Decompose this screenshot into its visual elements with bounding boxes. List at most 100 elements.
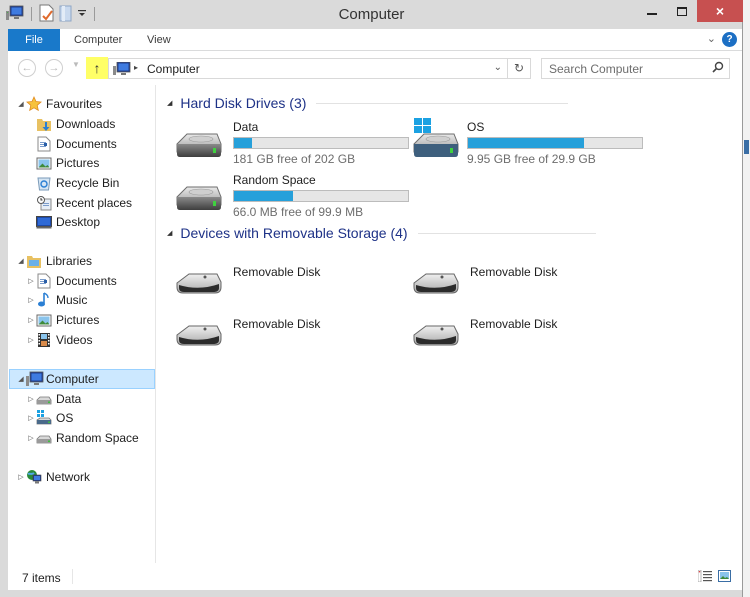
tree-item-drive-data[interactable]: ▷ Data [26, 389, 81, 408]
removable-disk-icon [175, 269, 223, 300]
tab-computer[interactable]: Computer [66, 29, 130, 51]
device-name: Removable Disk [233, 265, 321, 279]
forward-button[interactable]: → [45, 59, 63, 77]
drive-item-os[interactable]: OS 9.95 GB free of 29.9 GB [412, 118, 643, 170]
removable-disk-item[interactable]: Removable Disk [175, 265, 405, 301]
maximize-icon [677, 6, 687, 16]
search-input[interactable] [542, 59, 707, 78]
removable-disk-item[interactable]: Removable Disk [412, 265, 642, 301]
tree-label: Random Space [56, 430, 139, 445]
device-name: Removable Disk [233, 317, 321, 331]
refresh-button[interactable]: ↻ [507, 59, 530, 78]
window-title: Computer [338, 6, 405, 23]
breadcrumb-chevron-icon[interactable]: ▸ [134, 63, 138, 72]
libraries-icon [26, 253, 42, 269]
expand-arrow-icon[interactable]: ▷ [26, 336, 36, 344]
pictures-icon [36, 155, 52, 171]
tree-item-documents[interactable]: Documents [36, 134, 117, 153]
tree-item-lib-pictures[interactable]: ▷ Pictures [26, 310, 99, 329]
tree-label: Pictures [56, 155, 100, 170]
tree-item-lib-videos[interactable]: ▷ Videos [26, 330, 92, 349]
minimize-icon [647, 13, 657, 15]
tree-item-recent-places[interactable]: Recent places [36, 193, 132, 212]
drive-item-data[interactable]: Data 181 GB free of 202 GB [175, 120, 409, 170]
status-bar: 7 items [8, 563, 742, 590]
removable-disk-icon [175, 321, 223, 352]
expand-arrow-icon[interactable]: ▷ [26, 316, 36, 324]
tree-network[interactable]: ▷ Network [16, 467, 90, 486]
group-header-removable-storage[interactable]: ◢ Devices with Removable Storage (4) [167, 225, 596, 241]
removable-disk-item[interactable]: Removable Disk [175, 317, 405, 353]
group-title: Devices with Removable Storage (4) [180, 225, 408, 241]
hard-drive-icon [175, 130, 223, 163]
tree-item-lib-music[interactable]: ▷ Music [26, 290, 87, 309]
close-button[interactable]: × [697, 0, 743, 22]
drive-free-space: 181 GB free of 202 GB [233, 152, 356, 166]
drive-name: Data [233, 120, 259, 134]
network-icon [26, 469, 42, 485]
tree-label: Recent places [56, 195, 133, 210]
tree-label: Computer [46, 372, 99, 386]
collapse-arrow-icon[interactable]: ◢ [16, 257, 26, 265]
tree-item-pictures[interactable]: Pictures [36, 153, 99, 172]
removable-disk-item[interactable]: Removable Disk [412, 317, 642, 353]
recent-locations-dropdown[interactable]: ▼ [72, 60, 80, 69]
tab-file[interactable]: File [8, 29, 60, 51]
expand-arrow-icon[interactable]: ▷ [26, 434, 36, 442]
collapse-arrow-icon[interactable]: ◢ [16, 375, 26, 383]
tree-favourites[interactable]: ◢ Favourites [16, 94, 102, 113]
tree-label: Pictures [56, 312, 100, 327]
group-header-hard-disk-drives[interactable]: ◢ Hard Disk Drives (3) [167, 95, 569, 111]
group-title: Hard Disk Drives (3) [180, 95, 307, 111]
expand-arrow-icon[interactable]: ▷ [26, 395, 36, 403]
expand-arrow-icon[interactable]: ▷ [26, 414, 36, 422]
search-icon[interactable] [712, 61, 724, 76]
device-name: Removable Disk [470, 317, 558, 331]
downloads-icon [36, 116, 52, 132]
expand-arrow-icon[interactable]: ▷ [26, 277, 36, 285]
computer-icon [113, 61, 131, 79]
drive-item-random-space[interactable]: Random Space 66.0 MB free of 99.9 MB [175, 173, 409, 223]
collapse-group-icon[interactable]: ◢ [167, 229, 172, 237]
tree-item-drive-random-space[interactable]: ▷ Random Space [26, 428, 139, 447]
explorer-window: Computer × File Computer View ⌄ ? ← → ▼ … [0, 0, 743, 597]
details-view-icon[interactable] [697, 569, 712, 585]
device-name: Removable Disk [470, 265, 558, 279]
up-button[interactable]: ↑ [86, 57, 108, 79]
drive-usage-bar [233, 137, 409, 149]
drive-usage-bar [467, 137, 643, 149]
tree-label: Documents [56, 136, 117, 151]
expand-arrow-icon[interactable]: ▷ [26, 296, 36, 304]
expand-ribbon-icon[interactable]: ⌄ [707, 32, 716, 45]
tree-item-recycle-bin[interactable]: Recycle Bin [36, 173, 119, 192]
large-icons-view-icon[interactable] [718, 570, 731, 585]
tree-item-downloads[interactable]: Downloads [36, 114, 115, 133]
os-drive-icon [412, 118, 460, 163]
tree-label: Libraries [46, 253, 93, 268]
drive-usage-bar [233, 190, 409, 202]
tree-item-desktop[interactable]: Desktop [36, 212, 100, 231]
tree-item-lib-documents[interactable]: ▷ Documents [26, 271, 117, 290]
drive-icon [36, 391, 52, 407]
expand-arrow-icon[interactable]: ▷ [16, 473, 26, 481]
back-button[interactable]: ← [18, 59, 36, 77]
tab-view[interactable]: View [139, 29, 179, 51]
documents-icon [36, 136, 52, 152]
help-icon[interactable]: ? [722, 32, 737, 47]
tree-libraries[interactable]: ◢ Libraries [16, 251, 92, 270]
address-bar[interactable]: ▸ Computer ⌄ ↻ [108, 58, 531, 79]
background-mark [744, 140, 749, 154]
hard-drive-icon [175, 183, 223, 216]
tree-label: OS [56, 410, 74, 425]
maximize-button[interactable] [667, 0, 697, 22]
tree-item-drive-os[interactable]: ▷ OS [26, 408, 73, 427]
collapse-group-icon[interactable]: ◢ [167, 99, 172, 107]
tree-computer[interactable]: ◢ Computer [9, 369, 155, 389]
address-history-dropdown[interactable]: ⌄ [494, 62, 502, 73]
tree-label: Favourites [46, 96, 103, 111]
drive-free-space: 9.95 GB free of 29.9 GB [467, 152, 596, 166]
tree-label: Recycle Bin [56, 175, 120, 190]
collapse-arrow-icon[interactable]: ◢ [16, 100, 26, 108]
breadcrumb-computer[interactable]: Computer [147, 62, 200, 76]
minimize-button[interactable] [637, 0, 667, 22]
